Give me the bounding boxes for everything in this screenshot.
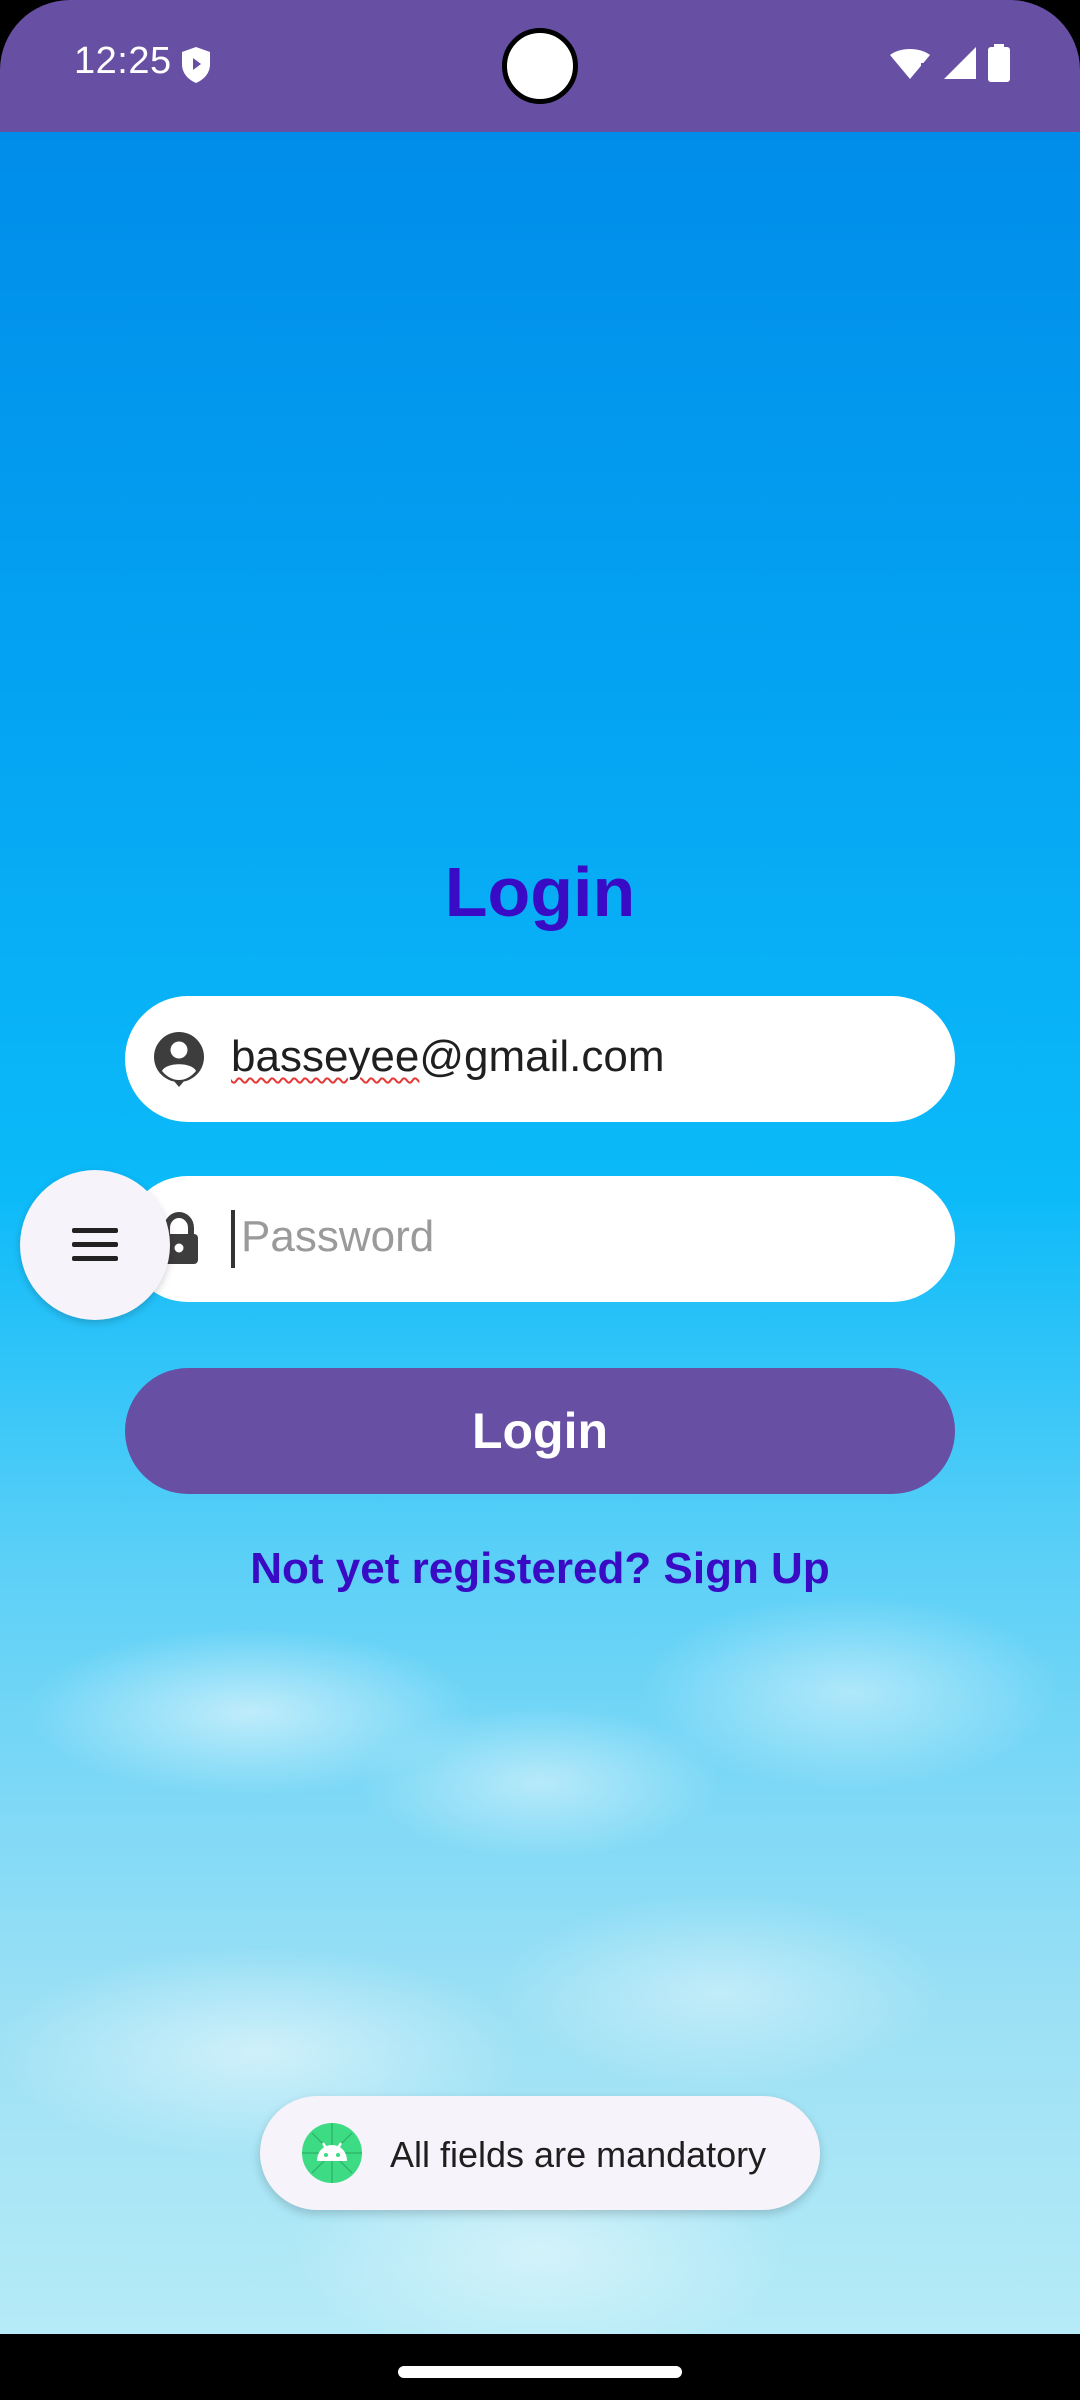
email-misspelled-part: basseyee <box>231 1032 420 1081</box>
status-time: 12:25 <box>74 40 172 82</box>
menu-button[interactable] <box>20 1170 170 1320</box>
menu-icon-line <box>72 1242 118 1247</box>
email-field[interactable]: basseyee@gmail.com <box>125 996 955 1122</box>
android-icon <box>302 2123 362 2183</box>
status-bar: 12:25 <box>0 0 1080 132</box>
battery-icon <box>988 44 1010 82</box>
navigation-bar <box>0 2334 1080 2400</box>
shield-icon <box>182 47 210 83</box>
toast: All fields are mandatory <box>260 2096 820 2210</box>
status-icons <box>888 44 1010 82</box>
device-frame: 12:25 Login basseyee@gmail.com Password … <box>0 0 1080 2400</box>
email-value: basseyee@gmail.com <box>231 1032 665 1082</box>
email-rest: @gmail.com <box>419 1032 665 1081</box>
menu-icon-line <box>72 1256 118 1261</box>
login-screen: Login basseyee@gmail.com Password Login … <box>0 132 1080 2334</box>
home-gesture-handle[interactable] <box>398 2366 682 2378</box>
signal-icon <box>944 47 976 79</box>
password-field[interactable]: Password <box>125 1176 955 1302</box>
signup-link[interactable]: Not yet registered? Sign Up <box>0 1544 1080 1594</box>
toast-message: All fields are mandatory <box>390 2134 767 2175</box>
front-camera <box>502 28 578 104</box>
menu-icon <box>72 1228 118 1233</box>
page-title: Login <box>444 853 636 931</box>
wifi-icon <box>890 49 930 79</box>
login-button[interactable]: Login <box>125 1368 955 1494</box>
text-cursor <box>231 1210 235 1268</box>
password-placeholder: Password <box>241 1212 435 1261</box>
account-icon <box>154 1032 204 1087</box>
